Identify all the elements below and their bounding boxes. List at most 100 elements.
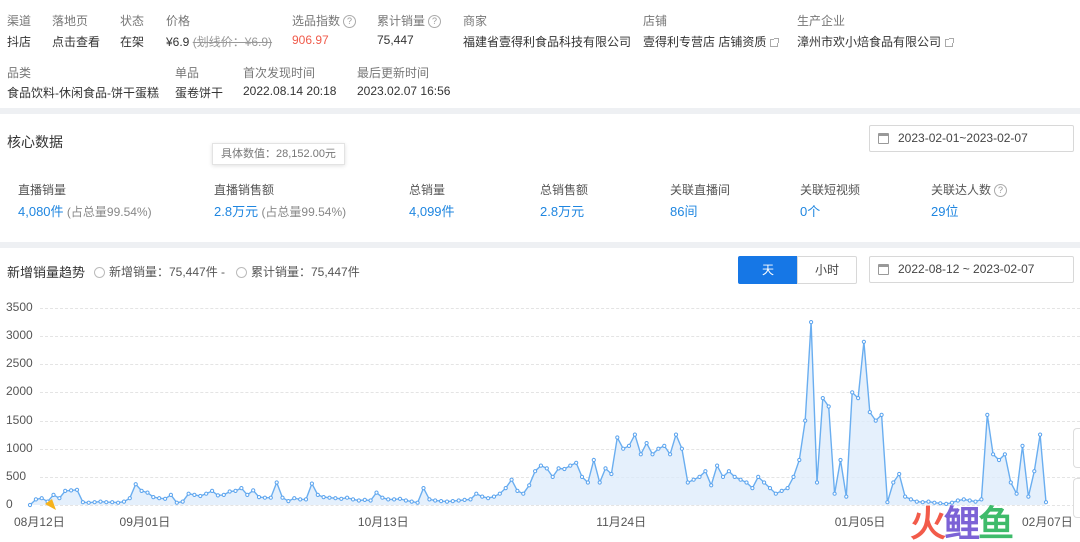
data-point[interactable] xyxy=(621,446,626,451)
data-point[interactable] xyxy=(256,495,262,500)
data-point[interactable] xyxy=(820,396,825,401)
data-point[interactable] xyxy=(127,496,132,501)
data-point[interactable] xyxy=(738,477,743,482)
data-point[interactable] xyxy=(715,463,720,468)
data-point[interactable] xyxy=(996,457,1002,463)
data-point[interactable] xyxy=(891,480,896,485)
data-point[interactable] xyxy=(116,500,121,505)
side-tab[interactable] xyxy=(1073,478,1080,518)
data-point[interactable] xyxy=(145,490,150,495)
data-point[interactable] xyxy=(626,443,632,448)
data-point[interactable] xyxy=(421,486,426,491)
data-point[interactable] xyxy=(691,477,696,482)
data-point[interactable] xyxy=(662,443,667,448)
data-point[interactable] xyxy=(139,488,144,493)
data-point[interactable] xyxy=(850,390,855,395)
data-point[interactable] xyxy=(867,410,872,415)
data-point[interactable] xyxy=(192,492,197,497)
data-point[interactable] xyxy=(1032,469,1037,474)
data-point[interactable] xyxy=(456,498,461,503)
data-point[interactable] xyxy=(268,495,273,500)
data-point[interactable] xyxy=(1020,443,1025,448)
data-point[interactable] xyxy=(615,435,620,440)
data-point[interactable] xyxy=(374,490,379,495)
data-point[interactable] xyxy=(210,488,215,493)
data-point[interactable] xyxy=(826,404,831,409)
data-point[interactable] xyxy=(309,481,314,486)
data-point[interactable] xyxy=(1026,494,1031,499)
data-point[interactable] xyxy=(51,492,56,497)
data-point[interactable] xyxy=(991,452,996,457)
data-point[interactable] xyxy=(204,491,209,496)
data-point[interactable] xyxy=(497,491,502,496)
data-point[interactable] xyxy=(756,474,761,479)
data-point[interactable] xyxy=(762,480,767,485)
data-point[interactable] xyxy=(180,499,185,504)
data-point[interactable] xyxy=(168,492,173,497)
data-point[interactable] xyxy=(409,499,414,504)
data-point[interactable] xyxy=(474,491,479,496)
data-point[interactable] xyxy=(597,480,602,485)
data-point[interactable] xyxy=(1002,452,1008,457)
data-point[interactable] xyxy=(380,495,385,500)
data-point[interactable] xyxy=(668,452,673,457)
data-point[interactable] xyxy=(773,491,778,496)
data-point[interactable] xyxy=(985,412,990,417)
data-point[interactable] xyxy=(744,480,749,485)
data-point[interactable] xyxy=(697,474,702,479)
data-point[interactable] xyxy=(233,488,238,493)
data-point[interactable] xyxy=(345,495,350,500)
data-point[interactable] xyxy=(321,495,326,500)
data-point[interactable] xyxy=(656,446,661,451)
data-point[interactable] xyxy=(785,486,790,491)
data-point[interactable] xyxy=(280,495,285,500)
data-point[interactable] xyxy=(885,500,890,505)
data-point[interactable] xyxy=(585,480,591,485)
data-point[interactable] xyxy=(439,499,444,504)
data-point[interactable] xyxy=(298,497,303,502)
data-point[interactable] xyxy=(292,496,297,501)
data-point[interactable] xyxy=(397,496,403,501)
data-point[interactable] xyxy=(80,500,86,505)
data-point[interactable] xyxy=(579,474,585,479)
data-point[interactable] xyxy=(767,486,773,491)
data-point[interactable] xyxy=(732,474,737,479)
data-point[interactable] xyxy=(33,497,39,502)
data-point[interactable] xyxy=(650,452,655,457)
data-point[interactable] xyxy=(27,502,33,508)
data-point[interactable] xyxy=(527,483,532,488)
data-point[interactable] xyxy=(574,460,579,465)
data-point[interactable] xyxy=(673,432,679,437)
data-point[interactable] xyxy=(69,488,74,493)
data-point[interactable] xyxy=(462,497,467,502)
data-point[interactable] xyxy=(809,320,814,325)
data-point[interactable] xyxy=(521,491,526,496)
data-point[interactable] xyxy=(133,482,138,487)
data-point[interactable] xyxy=(838,457,843,463)
data-point[interactable] xyxy=(797,457,802,463)
data-point[interactable] xyxy=(509,477,514,482)
data-point[interactable] xyxy=(861,339,867,344)
sales-trend-chart[interactable] xyxy=(0,0,1080,542)
data-point[interactable] xyxy=(644,441,649,446)
data-point[interactable] xyxy=(814,480,820,485)
data-point[interactable] xyxy=(638,452,643,457)
data-point[interactable] xyxy=(533,469,538,474)
data-point[interactable] xyxy=(568,463,573,468)
data-point[interactable] xyxy=(503,486,508,491)
data-point[interactable] xyxy=(121,499,127,504)
data-point[interactable] xyxy=(480,494,485,499)
data-point[interactable] xyxy=(239,486,244,491)
data-point[interactable] xyxy=(163,496,168,501)
data-point[interactable] xyxy=(856,396,861,401)
data-point[interactable] xyxy=(1043,500,1049,505)
data-point[interactable] xyxy=(63,488,68,493)
data-point[interactable] xyxy=(415,500,420,505)
data-point[interactable] xyxy=(685,480,690,485)
data-point[interactable] xyxy=(174,500,179,505)
data-point[interactable] xyxy=(104,500,109,505)
data-point[interactable] xyxy=(897,471,902,477)
data-point[interactable] xyxy=(803,418,808,423)
data-point[interactable] xyxy=(151,495,156,500)
data-point[interactable] xyxy=(556,466,561,471)
